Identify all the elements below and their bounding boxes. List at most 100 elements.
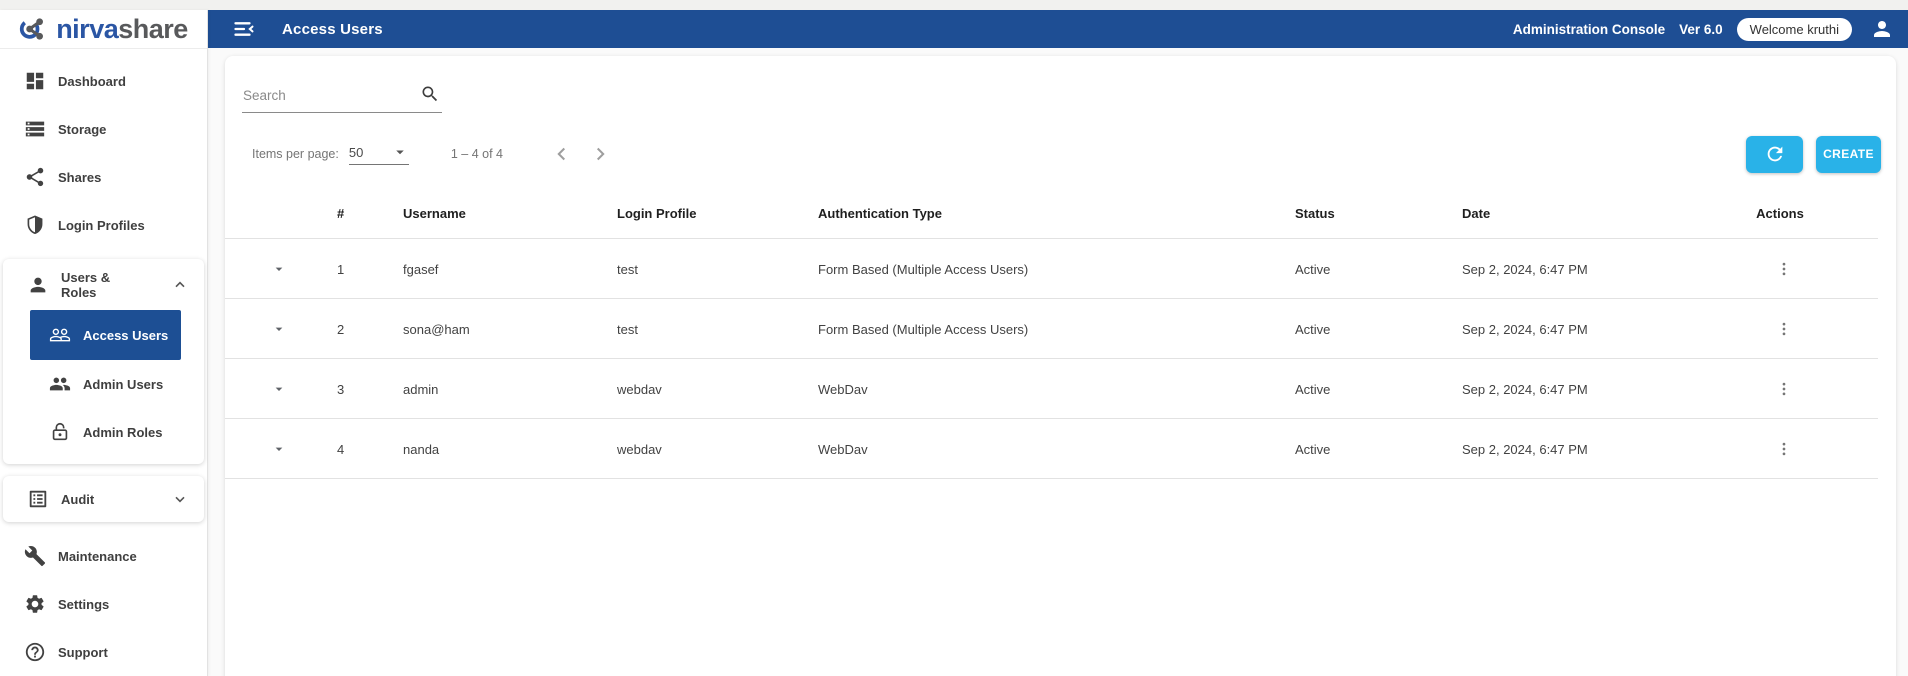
chevron-down-icon	[175, 496, 185, 503]
sidebar-item-settings[interactable]: Settings	[0, 580, 207, 628]
sidebar-item-label: Dashboard	[58, 73, 126, 89]
header-date: Date	[1462, 205, 1491, 221]
people-outline-icon	[49, 328, 71, 342]
row-actions-menu-button[interactable]	[1695, 380, 1865, 398]
sidebar-item-label: Shares	[58, 169, 102, 185]
list-controls: Items per page: 50 1 – 4 of 4 CREATE	[252, 133, 1881, 175]
row-expander-button[interactable]	[225, 321, 325, 337]
person-icon	[30, 277, 46, 293]
welcome-badge: Welcome kruthi	[1736, 17, 1852, 41]
cell-auth-type: Form Based (Multiple Access Users)	[818, 261, 1029, 277]
header-username: Username	[403, 205, 466, 221]
table-row: 4 nanda webdav WebDav Active Sep 2, 2024…	[225, 419, 1896, 479]
chevron-up-icon	[175, 281, 185, 288]
audit-group: Audit	[3, 476, 204, 522]
header-status: Status	[1295, 205, 1335, 221]
sidebar-item-label: Users & Roles	[61, 270, 111, 300]
menu-collapse-button[interactable]	[232, 17, 256, 41]
cell-login-profile: webdav	[617, 441, 662, 457]
header-num: #	[337, 205, 345, 221]
sidebar-item-dashboard[interactable]: Dashboard	[0, 57, 207, 105]
chevron-right-icon	[596, 147, 605, 161]
next-page-button[interactable]	[589, 143, 611, 165]
items-per-page-label: Items per page:	[252, 147, 339, 161]
cell-login-profile: webdav	[617, 381, 662, 397]
share-nodes-logo-icon	[20, 18, 44, 40]
cell-num: 2	[337, 321, 345, 337]
table-row: 3 admin webdav WebDav Active Sep 2, 2024…	[225, 359, 1896, 419]
table-row: 2 sona@ham test Form Based (Multiple Acc…	[225, 299, 1896, 359]
cell-login-profile: test	[617, 261, 638, 277]
search-input[interactable]	[242, 82, 442, 113]
cell-auth-type: WebDav	[818, 441, 868, 457]
shield-icon	[27, 215, 43, 235]
dropdown-arrow-icon	[396, 150, 404, 155]
expand-caret-icon	[275, 327, 283, 331]
kebab-menu-icon	[1782, 442, 1786, 456]
storage-icon	[25, 121, 45, 137]
refresh-icon	[1767, 146, 1782, 162]
topbar: Access Users Administration Console Ver …	[208, 10, 1908, 48]
person-icon	[1874, 21, 1890, 37]
row-expander-button[interactable]	[225, 261, 325, 277]
cell-username: admin	[403, 381, 439, 397]
sidebar-item-admin-users[interactable]: Admin Users	[3, 360, 204, 408]
sidebar-item-label: Support	[58, 644, 108, 660]
cell-date: Sep 2, 2024, 6:47 PM	[1462, 381, 1588, 397]
items-per-page-value: 50	[348, 144, 364, 160]
sidebar-item-audit[interactable]: Audit	[3, 476, 204, 522]
expand-caret-icon	[275, 447, 283, 451]
sidebar-nav: Dashboard Storage Shares Login Profiles	[0, 49, 207, 676]
wrench-icon	[24, 546, 46, 567]
version-label: Ver 6.0	[1679, 21, 1723, 37]
sidebar-item-access-users[interactable]: Access Users	[30, 310, 181, 360]
items-per-page-select[interactable]: 50	[348, 143, 409, 165]
sidebar-item-label: Storage	[58, 121, 107, 137]
pagination-range: 1 – 4 of 4	[450, 147, 503, 161]
cell-status: Active	[1295, 261, 1331, 277]
cell-status: Active	[1295, 321, 1331, 337]
lock-icon	[52, 422, 68, 441]
header-actions: Actions	[1756, 205, 1804, 221]
cell-username: nanda	[403, 441, 440, 457]
sidebar-item-admin-roles[interactable]: Admin Roles	[3, 408, 204, 456]
list-alt-icon	[29, 490, 47, 508]
cell-num: 1	[337, 261, 345, 277]
search-icon[interactable]	[420, 84, 440, 109]
help-icon	[25, 642, 45, 662]
row-expander-button[interactable]	[225, 441, 325, 457]
expand-caret-icon	[275, 267, 283, 271]
sidebar-item-label: Maintenance	[58, 548, 137, 564]
user-avatar-button[interactable]	[1870, 17, 1894, 41]
cell-login-profile: test	[617, 321, 638, 337]
sidebar-item-shares[interactable]: Shares	[0, 153, 207, 201]
row-expander-button[interactable]	[225, 381, 325, 397]
row-actions-menu-button[interactable]	[1695, 320, 1865, 338]
header-login-profile: Login Profile	[617, 205, 697, 221]
sidebar-item-label: Admin Roles	[83, 424, 163, 440]
create-button[interactable]: CREATE	[1816, 135, 1881, 173]
cell-date: Sep 2, 2024, 6:47 PM	[1462, 441, 1588, 457]
sidebar-item-login-profiles[interactable]: Login Profiles	[0, 201, 207, 249]
sidebar: nirvashare Dashboard Storage Shares Logi…	[0, 10, 208, 676]
sidebar-item-maintenance[interactable]: Maintenance	[0, 532, 207, 580]
dashboard-icon	[26, 72, 44, 90]
sidebar-item-label: Audit	[61, 491, 95, 507]
sidebar-item-storage[interactable]: Storage	[0, 105, 207, 153]
brand-name: nirvashare	[56, 13, 188, 44]
brand-logo: nirvashare	[0, 10, 207, 49]
table-header-row: # Username Login Profile Authentication …	[225, 187, 1896, 239]
menu-collapse-icon	[234, 22, 254, 36]
refresh-button[interactable]	[1746, 135, 1803, 173]
sidebar-item-users-roles[interactable]: Users & Roles	[3, 261, 204, 309]
row-actions-menu-button[interactable]	[1695, 260, 1865, 278]
page-title: Access Users	[282, 20, 383, 38]
previous-page-button[interactable]	[551, 143, 573, 165]
sidebar-item-support[interactable]: Support	[0, 628, 207, 676]
cell-username: sona@ham	[403, 321, 470, 337]
share-icon	[26, 167, 44, 187]
expand-caret-icon	[275, 387, 283, 391]
users-roles-group: Users & Roles Access Users Admin Users A…	[3, 259, 204, 464]
search-field	[242, 82, 442, 113]
row-actions-menu-button[interactable]	[1695, 440, 1865, 458]
